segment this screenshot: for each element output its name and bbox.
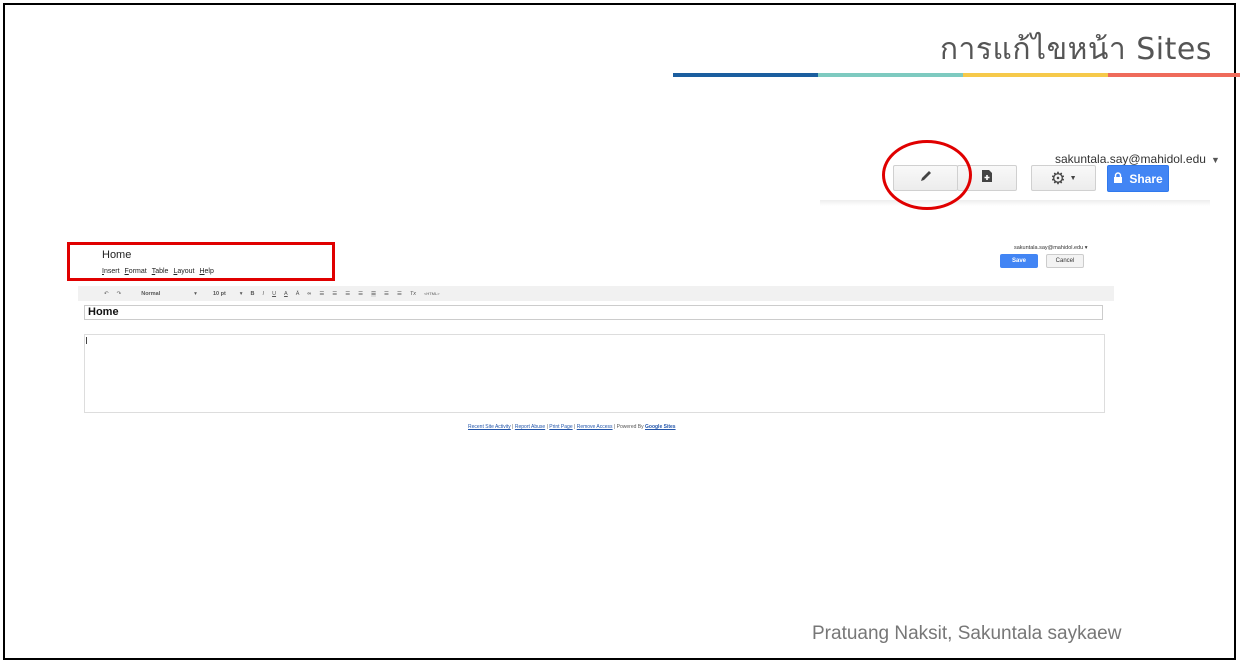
gear-icon: ⚙	[1050, 168, 1066, 188]
toolbar-divider	[820, 200, 1210, 206]
slide-title: การแก้ไขหน้า Sites	[939, 32, 1212, 67]
html-button[interactable]: <HTML>	[424, 291, 440, 296]
footer: Recent Site Activity | Report Abuse | Pr…	[468, 424, 676, 430]
editor-account-email[interactable]: sakuntala.say@mahidol.edu ▾	[1014, 245, 1087, 251]
powered-by-text: Powered By	[616, 424, 644, 430]
menu-help[interactable]: Help	[199, 268, 213, 275]
remove-access-link[interactable]: Remove Access	[577, 424, 613, 430]
page-title-field[interactable]: Home	[84, 305, 1103, 320]
color-bar-segment	[673, 73, 818, 77]
clear-format-icon[interactable]: Tx	[410, 291, 416, 297]
new-page-icon	[981, 169, 993, 188]
italic-icon[interactable]: I	[263, 291, 265, 297]
editor-page-name: Home	[102, 249, 132, 261]
settings-button[interactable]: ⚙ ▼	[1031, 165, 1096, 191]
size-value: 10 pt	[212, 290, 226, 297]
chevron-down-icon[interactable]: ▾	[240, 291, 243, 297]
editor-menu: Insert Format Table Layout Help	[102, 268, 214, 275]
link-icon[interactable]: ∞	[307, 291, 311, 297]
share-label: Share	[1129, 171, 1163, 186]
bulleted-list-icon[interactable]: ☰	[332, 291, 337, 297]
recent-activity-link[interactable]: Recent Site Activity	[468, 424, 511, 430]
highlight-color-icon[interactable]: Ā	[296, 291, 300, 297]
slide-frame	[3, 3, 1236, 660]
align-left-icon[interactable]: ☰	[371, 290, 376, 297]
chevron-down-icon: ▼	[1069, 174, 1077, 182]
author-credit: Pratuang Naksit, Sakuntala saykaew	[812, 623, 1122, 644]
account-email-text: sakuntala.say@mahidol.edu	[1055, 152, 1206, 166]
menu-insert[interactable]: Insert	[102, 268, 120, 275]
numbered-list-icon[interactable]: ☰	[319, 291, 324, 297]
color-bar-segment	[818, 73, 963, 77]
print-page-link[interactable]: Print Page	[549, 424, 572, 430]
color-bar-segment	[963, 73, 1108, 77]
highlight-circle	[882, 140, 972, 210]
undo-icon[interactable]: ↶	[104, 291, 109, 297]
redo-icon[interactable]: ↷	[117, 291, 122, 297]
color-bar-segment	[1108, 73, 1240, 77]
text-color-icon[interactable]: A	[284, 291, 288, 297]
bold-icon[interactable]: B	[251, 291, 255, 297]
size-select[interactable]: 10 pt	[205, 291, 226, 297]
account-email[interactable]: sakuntala.say@mahidol.edu ▼	[1055, 152, 1220, 166]
chevron-down-icon: ▼	[1210, 155, 1220, 165]
editor-toolbar: ↶ ↷ Normal ▾ 10 pt ▾ B I U A Ā ∞ ☰ ☰ ☰ ☰…	[78, 286, 1114, 301]
outdent-icon[interactable]: ☰	[345, 291, 350, 297]
save-button[interactable]: Save	[1000, 254, 1038, 268]
content-editor[interactable]	[84, 334, 1105, 413]
chevron-down-icon: ▾	[1084, 245, 1088, 251]
underline-icon[interactable]: U	[272, 291, 276, 297]
align-center-icon[interactable]: ☰	[384, 291, 389, 297]
style-select[interactable]: Normal	[133, 291, 160, 297]
report-abuse-link[interactable]: Report Abuse	[515, 424, 545, 430]
menu-table[interactable]: Table	[152, 268, 169, 275]
menu-format[interactable]: Format	[125, 268, 147, 275]
text-cursor	[86, 337, 87, 344]
menu-layout[interactable]: Layout	[173, 268, 194, 275]
align-right-icon[interactable]: ☰	[397, 291, 402, 297]
share-button[interactable]: Share	[1107, 165, 1169, 192]
indent-icon[interactable]: ☰	[358, 291, 363, 297]
highlight-rectangle	[67, 242, 335, 281]
editor-account-email-text: sakuntala.say@mahidol.edu	[1014, 245, 1084, 251]
chevron-down-icon[interactable]: ▾	[194, 291, 197, 297]
cancel-button[interactable]: Cancel	[1046, 254, 1084, 268]
google-sites-link[interactable]: Google Sites	[645, 424, 676, 430]
style-value: Normal	[141, 290, 161, 297]
lock-icon	[1113, 171, 1123, 186]
color-bar	[673, 73, 1240, 77]
